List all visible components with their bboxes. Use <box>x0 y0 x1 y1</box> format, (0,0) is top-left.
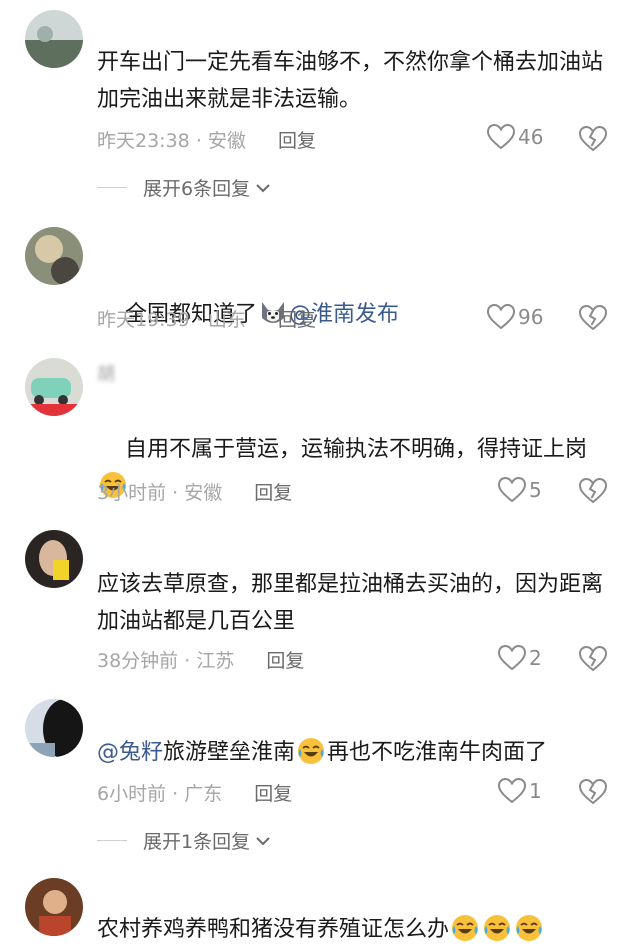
comment-text-part: 自用不属于营运，运输执法不明确，得持证上岗 <box>124 437 587 462</box>
heart-outline-icon <box>498 778 526 804</box>
dislike-button[interactable] <box>579 646 607 676</box>
like-count: 5 <box>529 478 542 502</box>
like-count: 96 <box>518 305 544 329</box>
comment-meta: 昨天19:39 · 山东 回复 <box>97 305 316 332</box>
meta-separator: · <box>172 783 179 805</box>
comment-text: 自用不属于营运，运输执法不明确，得持证上岗 <box>97 394 617 542</box>
laugh-cry-emoji <box>450 913 480 943</box>
comment-text-part: 再也不吃淮南牛肉面了 <box>327 740 548 765</box>
dislike-button[interactable] <box>579 478 607 508</box>
heart-outline-icon <box>498 477 526 503</box>
dislike-button[interactable] <box>579 126 607 156</box>
broken-heart-icon <box>579 779 607 805</box>
laugh-cry-emoji <box>296 736 326 766</box>
reply-button[interactable]: 回复 <box>278 309 316 331</box>
like-button[interactable]: 96 <box>487 304 543 330</box>
like-count: 2 <box>529 646 542 670</box>
divider <box>97 187 127 188</box>
comment-meta: 6小时前 · 广东 回复 <box>97 779 292 806</box>
comment-location: 江苏 <box>196 650 235 672</box>
avatar[interactable] <box>25 10 83 68</box>
like-count: 46 <box>518 125 544 149</box>
like-count: 1 <box>529 779 542 803</box>
expand-replies-button[interactable]: 展开6条回复 <box>97 174 272 201</box>
dislike-button[interactable] <box>579 305 607 335</box>
comment-time: 昨天19:39 <box>97 309 190 331</box>
heart-outline-icon <box>487 304 515 330</box>
broken-heart-icon <box>579 478 607 504</box>
reply-button[interactable]: 回复 <box>278 130 316 152</box>
expand-replies-button[interactable]: 展开1条回复 <box>97 827 272 854</box>
comment-location: 广东 <box>184 783 223 805</box>
avatar[interactable] <box>25 358 83 416</box>
comment-location: 安徽 <box>207 130 246 152</box>
comment-text: 开车出门一定先看车油够不，不然你拿个桶去加油站加完油出来就是非法运输。 <box>97 50 604 112</box>
meta-separator: · <box>184 650 191 672</box>
expand-replies-label: 展开6条回复 <box>143 178 251 200</box>
divider <box>97 840 127 841</box>
avatar[interactable] <box>25 530 83 588</box>
comment-text: 应该去草原查，那里都是拉油桶去买油的，因为距离加油站都是几百公里 <box>97 572 604 634</box>
chevron-down-icon <box>256 836 270 845</box>
laugh-cry-emoji <box>482 913 512 943</box>
meta-separator: · <box>195 130 202 152</box>
mention-link[interactable]: @兔籽 <box>97 740 163 765</box>
comment-meta: 38分钟前 · 江苏 回复 <box>97 646 304 673</box>
comment-meta: 昨天23:38 · 安徽 回复 <box>97 126 316 153</box>
chevron-down-icon <box>256 183 270 192</box>
broken-heart-icon <box>579 646 607 672</box>
comment-time: 昨天23:38 <box>97 130 190 152</box>
meta-separator: · <box>195 309 202 331</box>
like-button[interactable]: 2 <box>498 645 542 671</box>
avatar[interactable] <box>25 878 83 936</box>
comment-text-part: 农村养鸡养鸭和猪没有养殖证怎么办 <box>97 917 450 942</box>
comment-location: 山东 <box>207 309 246 331</box>
dislike-button[interactable] <box>579 779 607 809</box>
reply-button[interactable]: 回复 <box>254 783 292 805</box>
like-button[interactable]: 5 <box>498 477 542 503</box>
comment-text-part: 旅游壁垒淮南 <box>163 740 296 765</box>
comment-text: @兔籽旅游壁垒淮南 再也不吃淮南牛肉面了 <box>97 734 636 771</box>
comment-location: 安徽 <box>184 482 223 504</box>
broken-heart-icon <box>579 305 607 331</box>
avatar[interactable] <box>25 227 83 285</box>
reply-button[interactable]: 回复 <box>254 482 292 504</box>
avatar[interactable] <box>25 699 83 757</box>
comment-time: 3小时前 <box>97 482 167 504</box>
reply-button[interactable]: 回复 <box>266 650 304 672</box>
broken-heart-icon <box>579 126 607 152</box>
comment-time: 38分钟前 <box>97 650 179 672</box>
laugh-cry-emoji <box>514 913 544 943</box>
username[interactable]: 胡 <box>97 360 116 386</box>
like-button[interactable]: 1 <box>498 778 542 804</box>
meta-separator: · <box>172 482 179 504</box>
comment-time: 6小时前 <box>97 783 167 805</box>
comment-meta: 3小时前 · 安徽 回复 <box>97 478 292 505</box>
expand-replies-label: 展开1条回复 <box>143 831 251 853</box>
heart-outline-icon <box>487 124 515 150</box>
like-button[interactable]: 46 <box>487 124 543 150</box>
comment-text: 农村养鸡养鸭和猪没有养殖证怎么办 <box>97 911 617 948</box>
heart-outline-icon <box>498 645 526 671</box>
